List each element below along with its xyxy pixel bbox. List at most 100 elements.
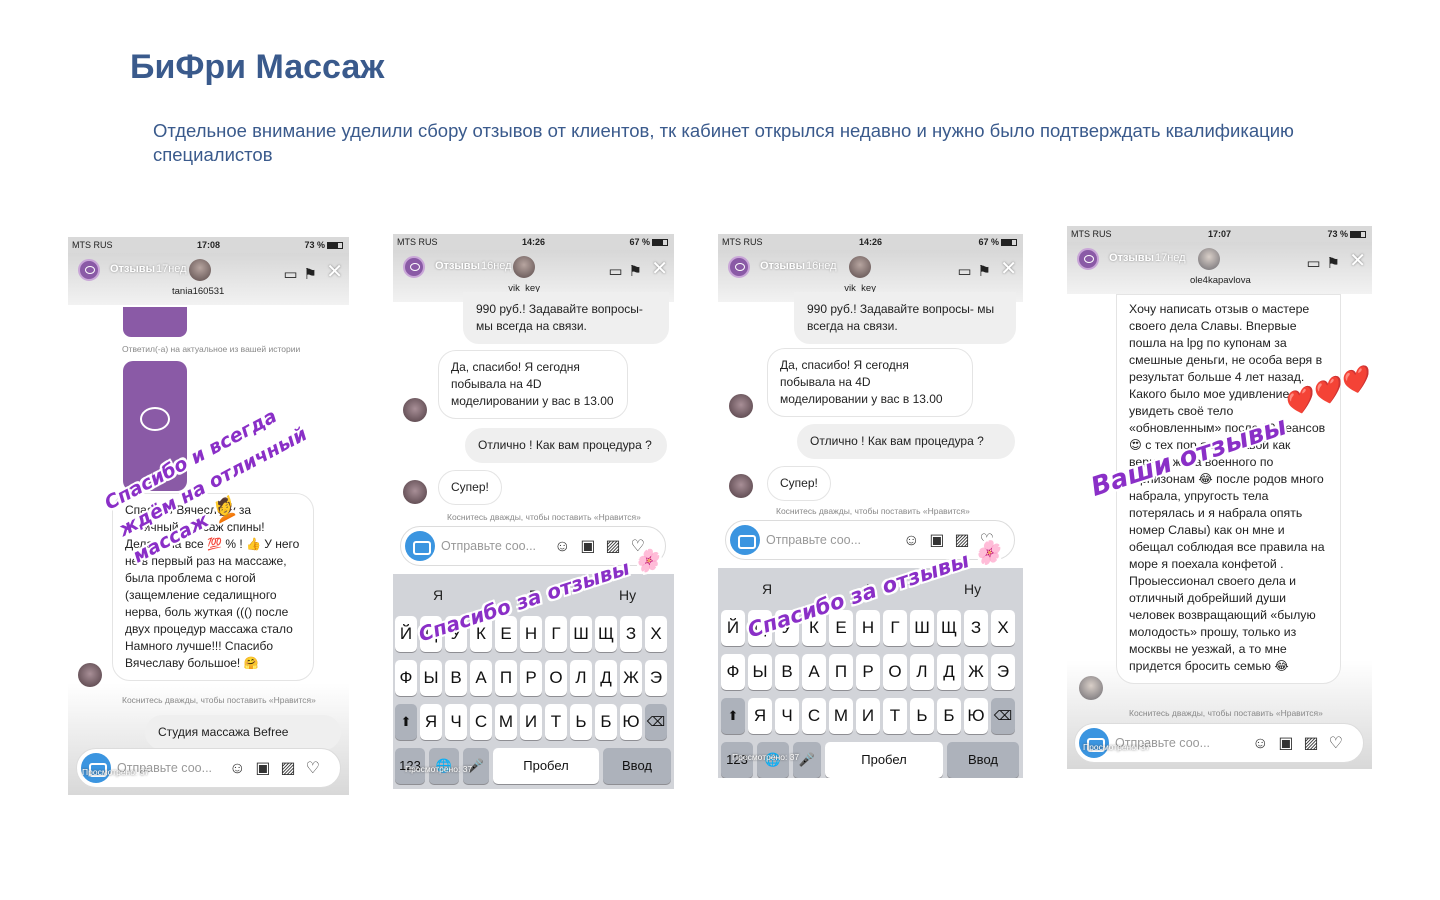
key[interactable]: Э <box>645 660 667 696</box>
double-tap-hint: Коснитесь дважды, чтобы поставить «Нрави… <box>776 506 970 516</box>
key[interactable]: М <box>829 698 853 734</box>
key[interactable]: Д <box>595 660 617 696</box>
camera-icon[interactable] <box>405 531 435 561</box>
seen-count: Просмотрено: 37 <box>732 752 800 762</box>
screenshot-review-4: MTS RUS 17:07 73 % Отзывы 17нед ole4kapa… <box>1067 226 1372 769</box>
chat-bubble-icon[interactable] <box>1077 248 1099 270</box>
key[interactable]: С <box>470 704 492 740</box>
key[interactable]: А <box>802 654 826 690</box>
key[interactable]: О <box>545 660 567 696</box>
story-age: 16нед <box>481 260 512 272</box>
key[interactable]: Ж <box>964 654 988 690</box>
key[interactable]: Ш <box>910 610 934 646</box>
key[interactable]: Г <box>883 610 907 646</box>
key[interactable]: Х <box>645 616 667 652</box>
key[interactable]: Щ <box>595 616 617 652</box>
key[interactable]: М <box>495 704 517 740</box>
close-icon[interactable]: ✕ <box>1000 256 1017 281</box>
key[interactable]: Р <box>856 654 880 690</box>
input-action-icons[interactable]: ☺▣▨♡ <box>229 758 330 778</box>
key[interactable]: Ю <box>620 704 642 740</box>
stories-label: Отзывы <box>760 260 805 272</box>
video-and-flag-icons[interactable]: ▭⚑ <box>283 265 323 283</box>
slide-title: БиФри Массаж <box>130 48 385 86</box>
key[interactable]: Г <box>545 616 567 652</box>
close-icon[interactable]: ✕ <box>1349 248 1366 273</box>
key[interactable]: Л <box>570 660 592 696</box>
battery-indicator: 67 % <box>978 237 1017 247</box>
avatar[interactable] <box>513 256 535 278</box>
avatar[interactable] <box>1198 248 1220 270</box>
suggestion[interactable]: Ну <box>619 587 636 603</box>
backspace-key[interactable]: ⌫ <box>991 698 1015 734</box>
key[interactable]: З <box>620 616 642 652</box>
suggestion[interactable]: Я <box>762 581 772 597</box>
camera-icon[interactable] <box>730 525 760 555</box>
key[interactable]: Ж <box>620 660 642 696</box>
key[interactable]: С <box>802 698 826 734</box>
enter-key[interactable]: Ввод <box>947 742 1019 778</box>
key[interactable]: Ш <box>570 616 592 652</box>
message-input[interactable]: Отправьте соо... <box>766 533 861 547</box>
key[interactable]: Д <box>937 654 961 690</box>
studio-message: Отлично ! Как вам процедура ? <box>797 424 1015 459</box>
key[interactable]: Ы <box>420 660 442 696</box>
key[interactable]: В <box>775 654 799 690</box>
key[interactable]: Й <box>395 616 417 652</box>
key[interactable]: Н <box>856 610 880 646</box>
key[interactable]: П <box>829 654 853 690</box>
key[interactable]: Т <box>545 704 567 740</box>
key[interactable]: Ь <box>910 698 934 734</box>
key[interactable]: Н <box>520 616 542 652</box>
key[interactable]: Л <box>910 654 934 690</box>
key[interactable]: Р <box>520 660 542 696</box>
key[interactable]: Я <box>748 698 772 734</box>
avatar[interactable] <box>189 259 211 281</box>
key[interactable]: Э <box>991 654 1015 690</box>
close-icon[interactable]: ✕ <box>651 256 668 281</box>
video-and-flag-icons[interactable]: ▭⚑ <box>1306 254 1346 272</box>
battery-icon <box>327 242 343 249</box>
input-action-icons[interactable]: ☺▣▨♡ <box>1252 733 1353 753</box>
key[interactable]: И <box>856 698 880 734</box>
key[interactable]: Ч <box>775 698 799 734</box>
key[interactable]: Й <box>721 610 745 646</box>
username[interactable]: tania160531 <box>172 286 224 297</box>
video-and-flag-icons[interactable]: ▭⚑ <box>957 262 997 280</box>
key[interactable]: Щ <box>937 610 961 646</box>
key[interactable]: Ы <box>748 654 772 690</box>
key[interactable]: Т <box>883 698 907 734</box>
key[interactable]: Ь <box>570 704 592 740</box>
key[interactable]: Б <box>937 698 961 734</box>
suggestion[interactable]: Ну <box>964 581 981 597</box>
key[interactable]: Б <box>595 704 617 740</box>
key[interactable]: О <box>883 654 907 690</box>
story-header: Отзывы 17нед tania160531 ▭⚑ ✕ <box>68 253 349 305</box>
chat-bubble-icon[interactable] <box>78 259 100 281</box>
space-key[interactable]: Пробел <box>825 742 943 778</box>
shift-key[interactable]: ⬆ <box>721 698 745 734</box>
avatar[interactable] <box>849 256 871 278</box>
chat-bubble-icon[interactable] <box>403 256 425 278</box>
key[interactable]: И <box>520 704 542 740</box>
username[interactable]: ole4kapavlova <box>1190 275 1251 286</box>
key[interactable]: Х <box>991 610 1015 646</box>
key[interactable]: Ю <box>964 698 988 734</box>
key[interactable]: З <box>964 610 988 646</box>
space-key[interactable]: Пробел <box>493 748 599 784</box>
key[interactable]: П <box>495 660 517 696</box>
key[interactable]: Ч <box>445 704 467 740</box>
close-icon[interactable]: ✕ <box>326 259 343 284</box>
key[interactable]: Ф <box>395 660 417 696</box>
key[interactable]: Я <box>420 704 442 740</box>
chat-bubble-icon[interactable] <box>728 256 750 278</box>
key[interactable]: А <box>470 660 492 696</box>
key[interactable]: В <box>445 660 467 696</box>
enter-key[interactable]: Ввод <box>603 748 671 784</box>
key[interactable]: Ф <box>721 654 745 690</box>
suggestion[interactable]: Я <box>433 587 443 603</box>
shift-key[interactable]: ⬆ <box>395 704 417 740</box>
backspace-key[interactable]: ⌫ <box>645 704 667 740</box>
message-input[interactable]: Отправьте соо... <box>441 539 536 553</box>
video-and-flag-icons[interactable]: ▭⚑ <box>608 262 648 280</box>
